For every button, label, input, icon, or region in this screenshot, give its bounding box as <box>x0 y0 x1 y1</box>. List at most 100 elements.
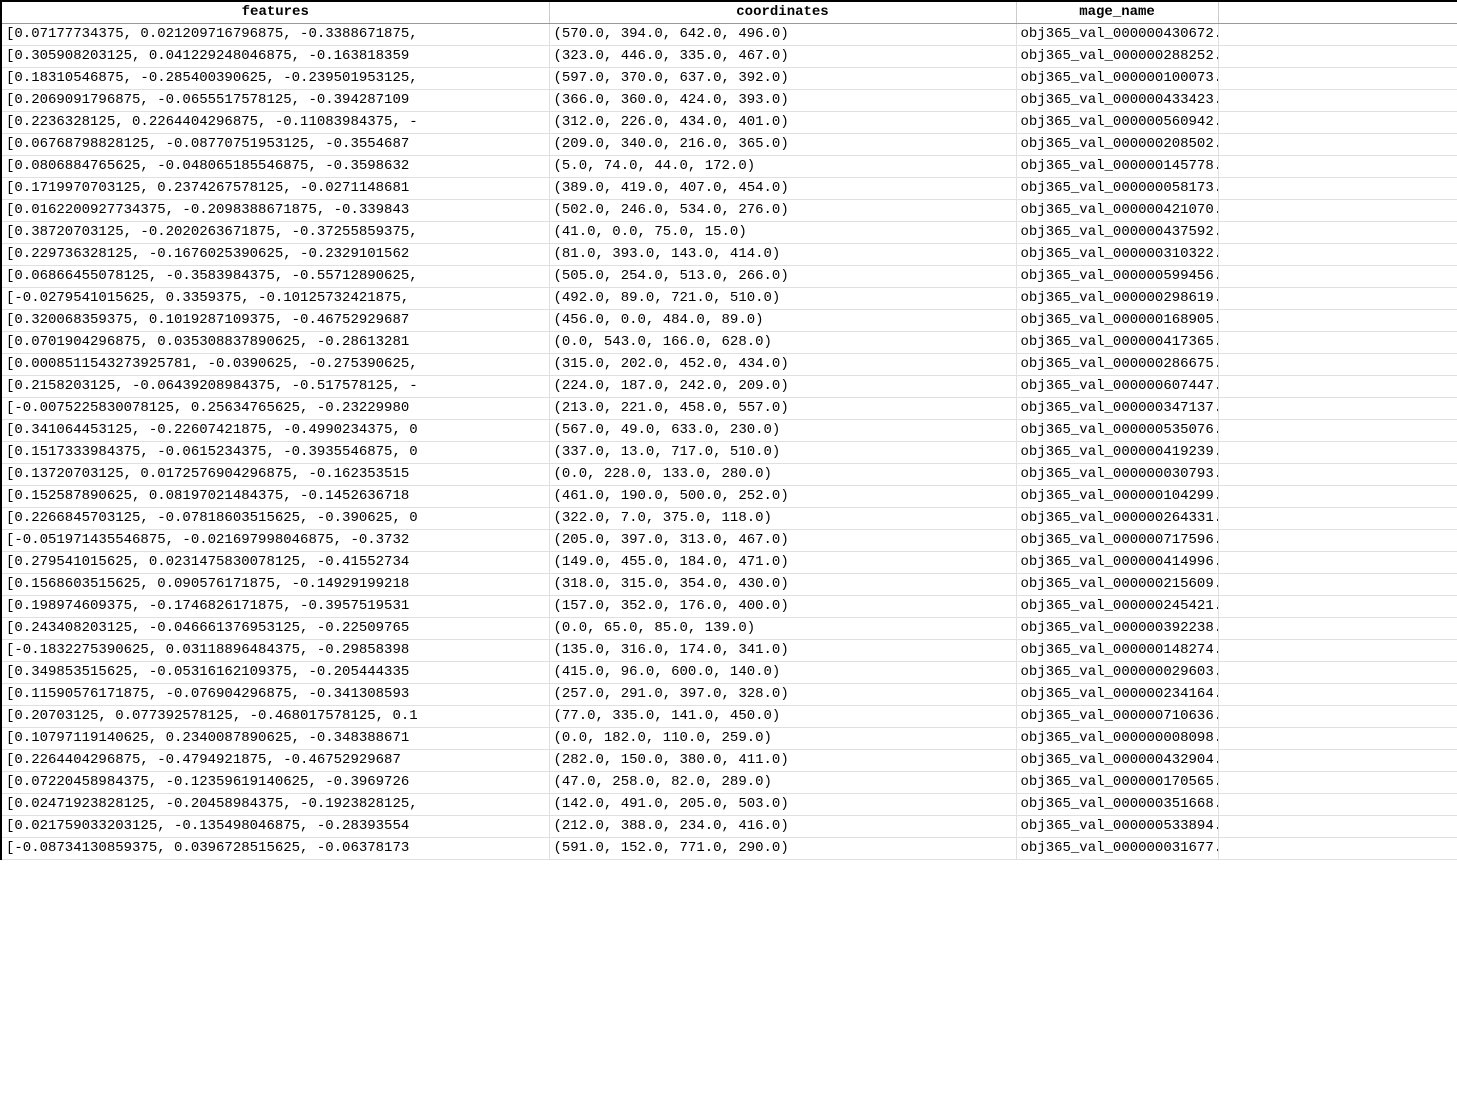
cell-mage-name[interactable]: obj365_val_000000168905.jpg <box>1016 309 1218 331</box>
cell-extra[interactable] <box>1218 177 1457 199</box>
cell-extra[interactable] <box>1218 45 1457 67</box>
cell-extra[interactable] <box>1218 683 1457 705</box>
cell-coordinates[interactable]: (415.0, 96.0, 600.0, 140.0) <box>549 661 1016 683</box>
table-row[interactable]: [0.18310546875, -0.285400390625, -0.2395… <box>1 67 1457 89</box>
cell-extra[interactable] <box>1218 23 1457 45</box>
cell-mage-name[interactable]: obj365_val_000000430672.jpg <box>1016 23 1218 45</box>
cell-features[interactable]: [0.07220458984375, -0.12359619140625, -0… <box>1 771 549 793</box>
cell-coordinates[interactable]: (0.0, 228.0, 133.0, 280.0) <box>549 463 1016 485</box>
cell-extra[interactable] <box>1218 485 1457 507</box>
table-row[interactable]: [0.341064453125, -0.22607421875, -0.4990… <box>1 419 1457 441</box>
table-row[interactable]: [-0.051971435546875, -0.021697998046875,… <box>1 529 1457 551</box>
cell-mage-name[interactable]: obj365_val_000000535076.jpg <box>1016 419 1218 441</box>
cell-coordinates[interactable]: (77.0, 335.0, 141.0, 450.0) <box>549 705 1016 727</box>
cell-coordinates[interactable]: (570.0, 394.0, 642.0, 496.0) <box>549 23 1016 45</box>
cell-features[interactable]: [0.02471923828125, -0.20458984375, -0.19… <box>1 793 549 815</box>
cell-features[interactable]: [0.320068359375, 0.1019287109375, -0.467… <box>1 309 549 331</box>
header-extra[interactable] <box>1218 1 1457 23</box>
cell-extra[interactable] <box>1218 67 1457 89</box>
cell-features[interactable]: [0.0162200927734375, -0.2098388671875, -… <box>1 199 549 221</box>
cell-mage-name[interactable]: obj365_val_000000215609.jpg <box>1016 573 1218 595</box>
table-row[interactable]: [0.1719970703125, 0.2374267578125, -0.02… <box>1 177 1457 199</box>
cell-mage-name[interactable]: obj365_val_000000710636.jpg <box>1016 705 1218 727</box>
cell-features[interactable]: [0.06866455078125, -0.3583984375, -0.557… <box>1 265 549 287</box>
cell-mage-name[interactable]: obj365_val_000000298619.jpg <box>1016 287 1218 309</box>
table-row[interactable]: [0.349853515625, -0.05316162109375, -0.2… <box>1 661 1457 683</box>
cell-coordinates[interactable]: (461.0, 190.0, 500.0, 252.0) <box>549 485 1016 507</box>
cell-coordinates[interactable]: (0.0, 65.0, 85.0, 139.0) <box>549 617 1016 639</box>
cell-extra[interactable] <box>1218 661 1457 683</box>
cell-extra[interactable] <box>1218 705 1457 727</box>
cell-coordinates[interactable]: (0.0, 182.0, 110.0, 259.0) <box>549 727 1016 749</box>
table-row[interactable]: [0.0806884765625, -0.048065185546875, -0… <box>1 155 1457 177</box>
cell-extra[interactable] <box>1218 265 1457 287</box>
cell-coordinates[interactable]: (5.0, 74.0, 44.0, 172.0) <box>549 155 1016 177</box>
table-row[interactable]: [0.152587890625, 0.08197021484375, -0.14… <box>1 485 1457 507</box>
cell-extra[interactable] <box>1218 573 1457 595</box>
cell-coordinates[interactable]: (323.0, 446.0, 335.0, 467.0) <box>549 45 1016 67</box>
cell-features[interactable]: [0.2236328125, 0.2264404296875, -0.11083… <box>1 111 549 133</box>
cell-mage-name[interactable]: obj365_val_000000288252.jpg <box>1016 45 1218 67</box>
cell-extra[interactable] <box>1218 749 1457 771</box>
cell-features[interactable]: [0.07177734375, 0.021209716796875, -0.33… <box>1 23 549 45</box>
cell-coordinates[interactable]: (47.0, 258.0, 82.0, 289.0) <box>549 771 1016 793</box>
cell-coordinates[interactable]: (597.0, 370.0, 637.0, 392.0) <box>549 67 1016 89</box>
cell-features[interactable]: [0.13720703125, 0.0172576904296875, -0.1… <box>1 463 549 485</box>
cell-extra[interactable] <box>1218 507 1457 529</box>
cell-extra[interactable] <box>1218 111 1457 133</box>
table-row[interactable]: [0.1568603515625, 0.090576171875, -0.149… <box>1 573 1457 595</box>
cell-features[interactable]: [0.2266845703125, -0.07818603515625, -0.… <box>1 507 549 529</box>
table-row[interactable]: [0.06768798828125, -0.08770751953125, -0… <box>1 133 1457 155</box>
table-row[interactable]: [-0.1832275390625, 0.03118896484375, -0.… <box>1 639 1457 661</box>
cell-mage-name[interactable]: obj365_val_000000347137.jpg <box>1016 397 1218 419</box>
cell-features[interactable]: [0.11590576171875, -0.076904296875, -0.3… <box>1 683 549 705</box>
cell-mage-name[interactable]: obj365_val_000000264331.jpg <box>1016 507 1218 529</box>
cell-coordinates[interactable]: (81.0, 393.0, 143.0, 414.0) <box>549 243 1016 265</box>
cell-extra[interactable] <box>1218 727 1457 749</box>
cell-mage-name[interactable]: obj365_val_000000208502.jpg <box>1016 133 1218 155</box>
cell-extra[interactable] <box>1218 551 1457 573</box>
cell-extra[interactable] <box>1218 837 1457 859</box>
table-row[interactable]: [-0.0075225830078125, 0.25634765625, -0.… <box>1 397 1457 419</box>
cell-extra[interactable] <box>1218 617 1457 639</box>
cell-coordinates[interactable]: (389.0, 419.0, 407.0, 454.0) <box>549 177 1016 199</box>
cell-extra[interactable] <box>1218 463 1457 485</box>
cell-coordinates[interactable]: (567.0, 49.0, 633.0, 230.0) <box>549 419 1016 441</box>
cell-mage-name[interactable]: obj365_val_000000029603.jpg <box>1016 661 1218 683</box>
cell-features[interactable]: [0.06768798828125, -0.08770751953125, -0… <box>1 133 549 155</box>
cell-extra[interactable] <box>1218 771 1457 793</box>
cell-features[interactable]: [0.198974609375, -0.1746826171875, -0.39… <box>1 595 549 617</box>
cell-mage-name[interactable]: obj365_val_000000234164.jpg <box>1016 683 1218 705</box>
cell-extra[interactable] <box>1218 595 1457 617</box>
table-row[interactable]: [0.20703125, 0.077392578125, -0.46801757… <box>1 705 1457 727</box>
cell-mage-name[interactable]: obj365_val_000000031677.jpg <box>1016 837 1218 859</box>
cell-features[interactable]: [-0.08734130859375, 0.0396728515625, -0.… <box>1 837 549 859</box>
cell-coordinates[interactable]: (157.0, 352.0, 176.0, 400.0) <box>549 595 1016 617</box>
table-row[interactable]: [0.305908203125, 0.041229248046875, -0.1… <box>1 45 1457 67</box>
cell-extra[interactable] <box>1218 793 1457 815</box>
cell-coordinates[interactable]: (0.0, 543.0, 166.0, 628.0) <box>549 331 1016 353</box>
cell-extra[interactable] <box>1218 221 1457 243</box>
cell-mage-name[interactable]: obj365_val_000000058173.jpg <box>1016 177 1218 199</box>
cell-coordinates[interactable]: (337.0, 13.0, 717.0, 510.0) <box>549 441 1016 463</box>
cell-extra[interactable] <box>1218 309 1457 331</box>
cell-coordinates[interactable]: (318.0, 315.0, 354.0, 430.0) <box>549 573 1016 595</box>
cell-extra[interactable] <box>1218 397 1457 419</box>
cell-extra[interactable] <box>1218 133 1457 155</box>
cell-coordinates[interactable]: (282.0, 150.0, 380.0, 411.0) <box>549 749 1016 771</box>
table-row[interactable]: [0.1517333984375, -0.0615234375, -0.3935… <box>1 441 1457 463</box>
cell-mage-name[interactable]: obj365_val_000000417365.jpg <box>1016 331 1218 353</box>
cell-mage-name[interactable]: obj365_val_000000351668.jpg <box>1016 793 1218 815</box>
table-row[interactable]: [-0.0279541015625, 0.3359375, -0.1012573… <box>1 287 1457 309</box>
cell-mage-name[interactable]: obj365_val_000000145778.jpg <box>1016 155 1218 177</box>
table-row[interactable]: [0.198974609375, -0.1746826171875, -0.39… <box>1 595 1457 617</box>
cell-coordinates[interactable]: (492.0, 89.0, 721.0, 510.0) <box>549 287 1016 309</box>
table-row[interactable]: [0.0701904296875, 0.035308837890625, -0.… <box>1 331 1457 353</box>
cell-coordinates[interactable]: (41.0, 0.0, 75.0, 15.0) <box>549 221 1016 243</box>
cell-mage-name[interactable]: obj365_val_000000414996.jpg <box>1016 551 1218 573</box>
table-row[interactable]: [0.13720703125, 0.0172576904296875, -0.1… <box>1 463 1457 485</box>
cell-extra[interactable] <box>1218 287 1457 309</box>
table-row[interactable]: [0.279541015625, 0.0231475830078125, -0.… <box>1 551 1457 573</box>
table-row[interactable]: [0.320068359375, 0.1019287109375, -0.467… <box>1 309 1457 331</box>
cell-extra[interactable] <box>1218 375 1457 397</box>
